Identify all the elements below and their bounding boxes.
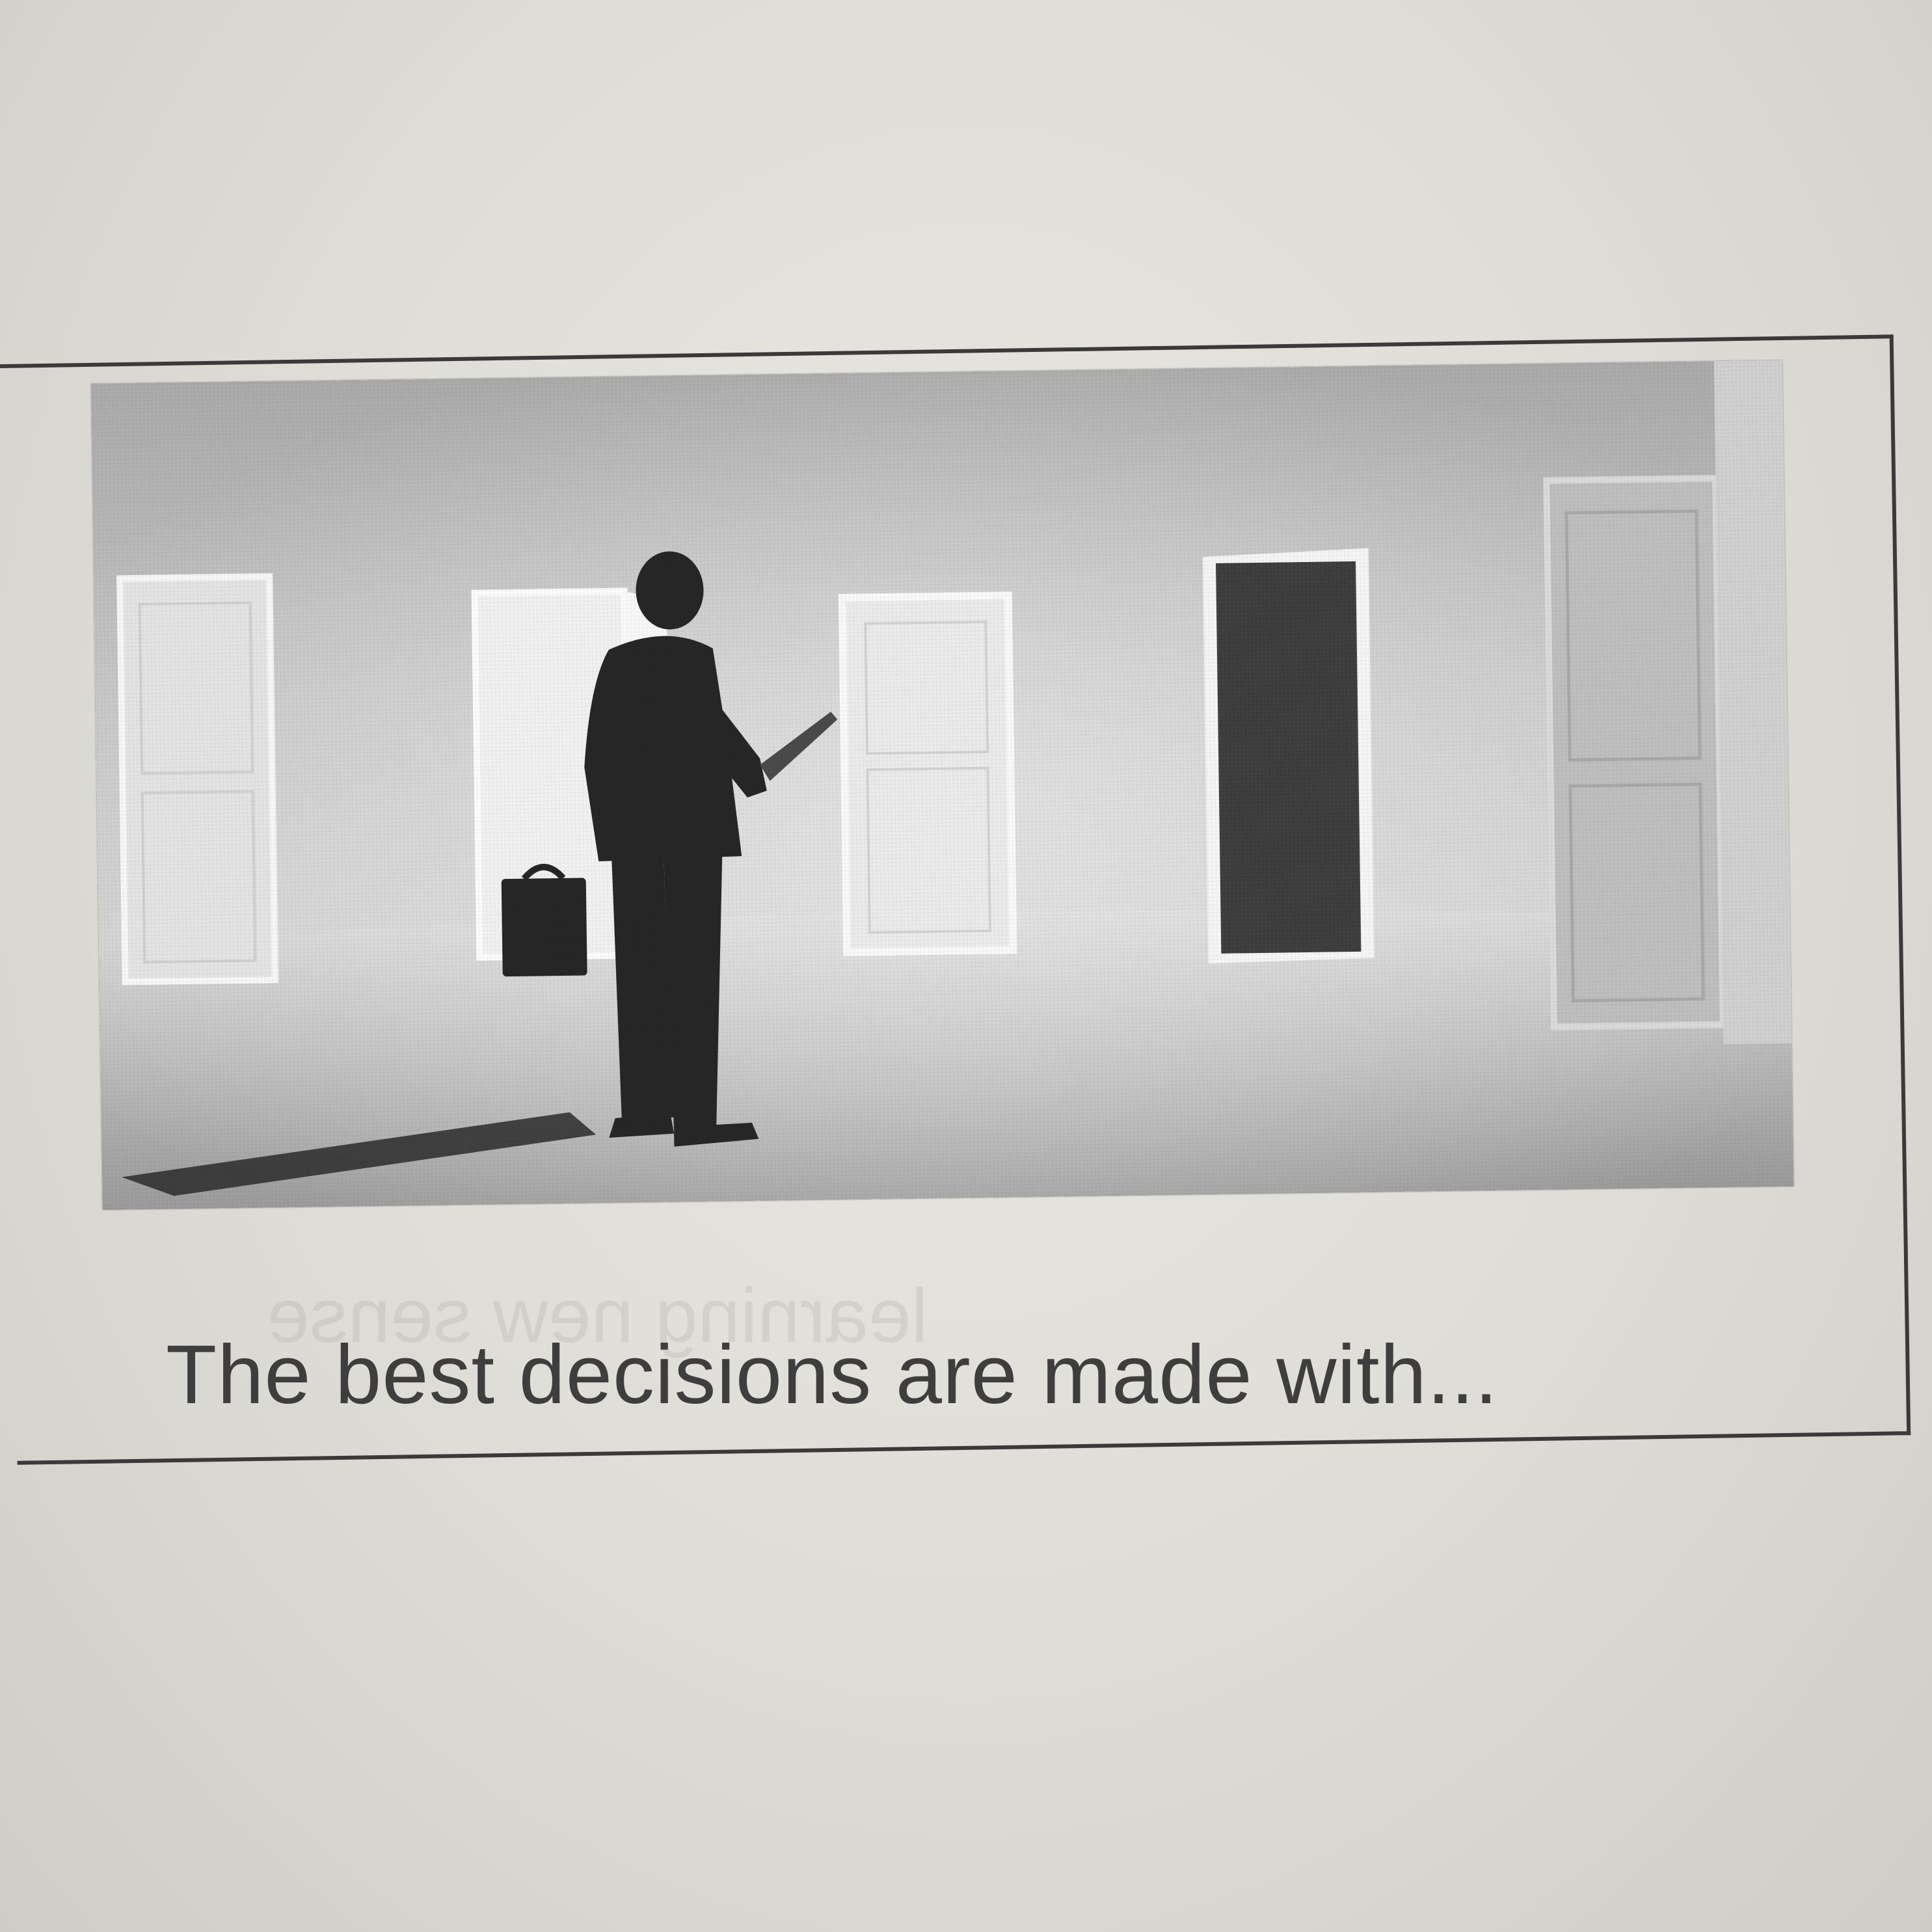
figure-photo [91, 360, 1794, 1210]
doors-illustration [91, 360, 1794, 1210]
paper-page: learning new sense The best decisions ar… [0, 0, 1932, 1932]
figure-caption: The best decisions are made with... [166, 1328, 1499, 1421]
